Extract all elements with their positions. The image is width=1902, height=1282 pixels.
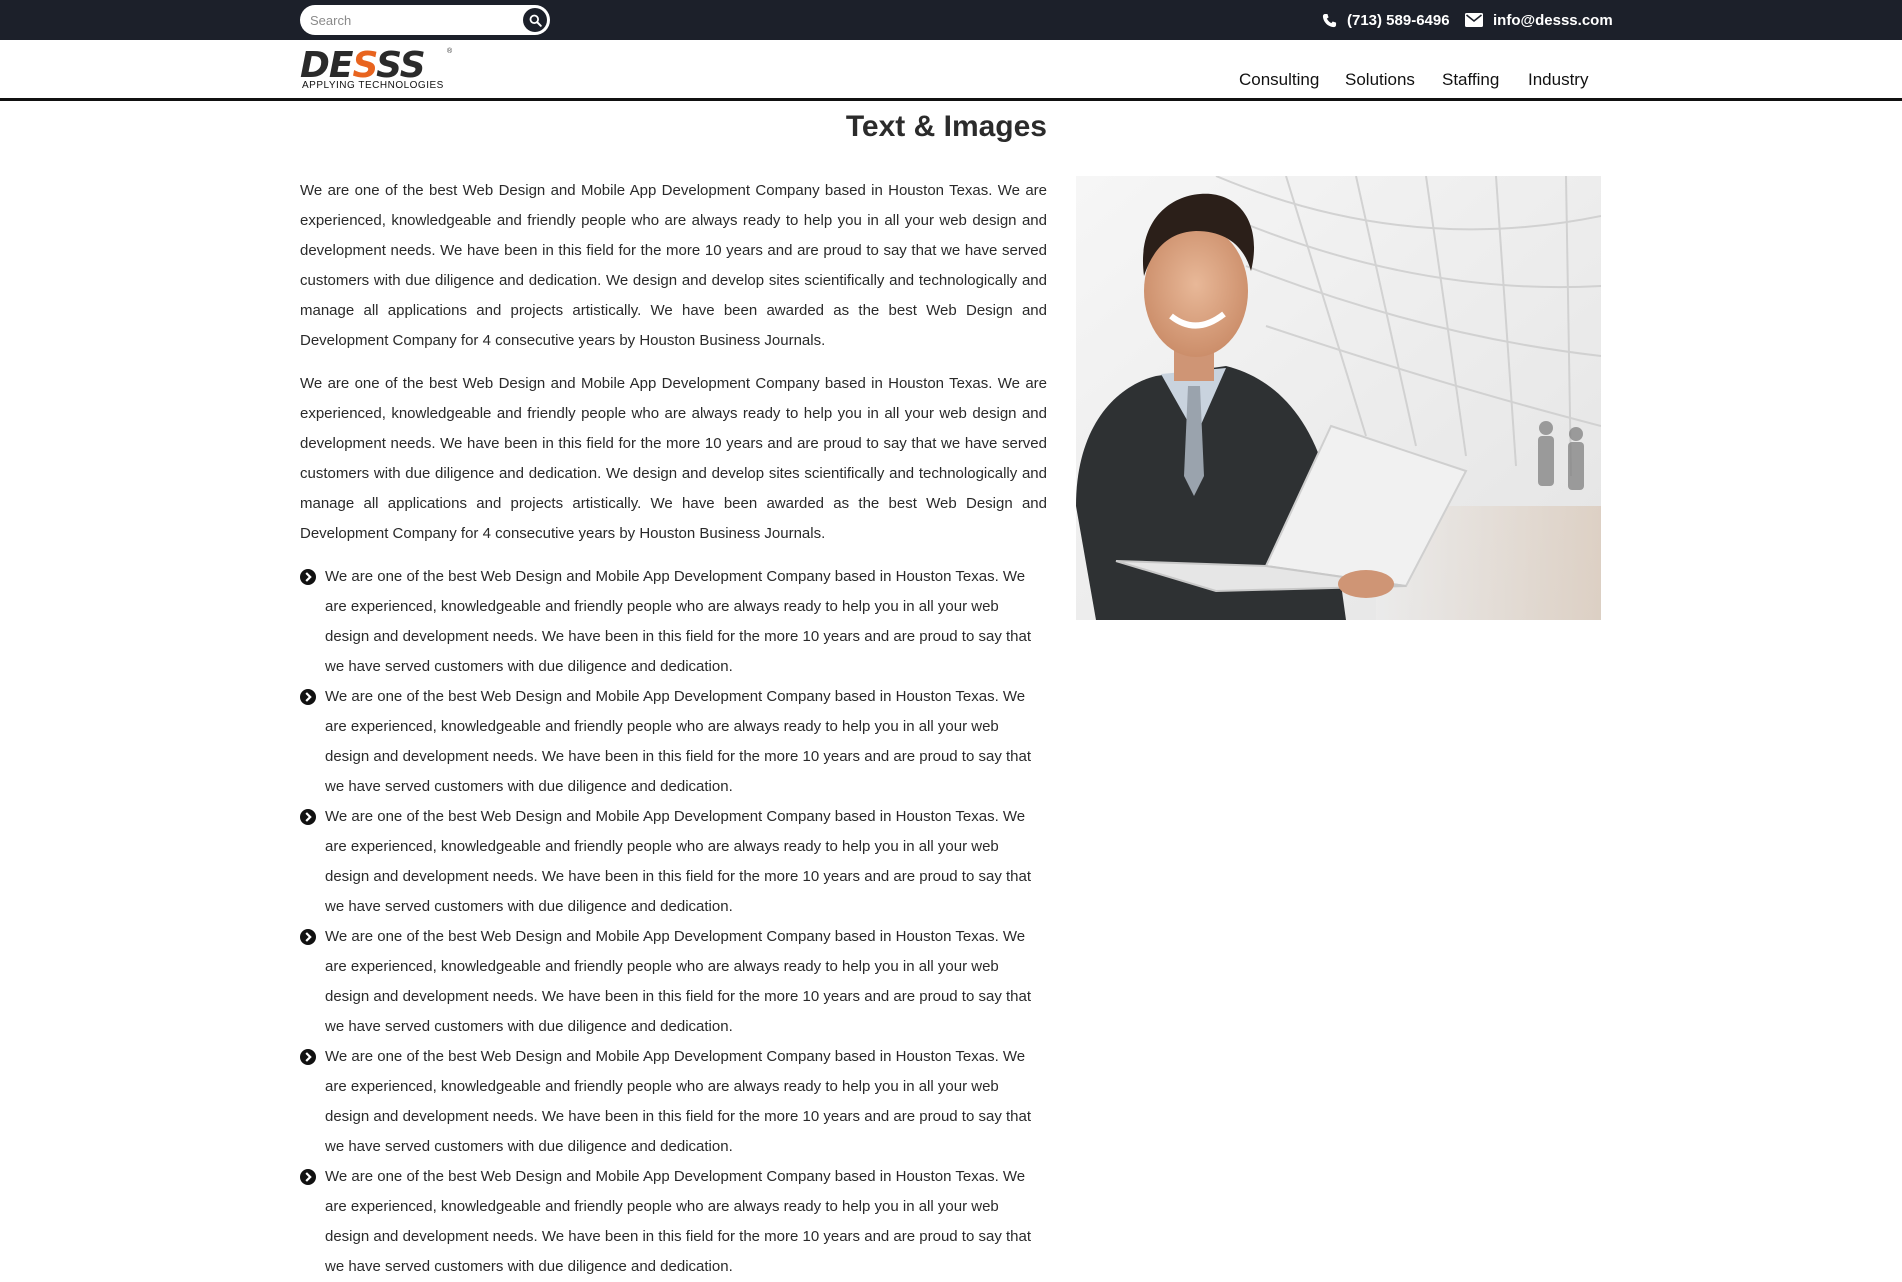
chevron-circle-right-icon xyxy=(300,809,316,825)
list-item: We are one of the best Web Design and Mo… xyxy=(300,1162,1047,1282)
search-icon xyxy=(529,14,542,27)
email-contact[interactable]: info@desss.com xyxy=(1465,0,1613,40)
chevron-circle-right-icon xyxy=(300,929,316,945)
page-title: Text & Images xyxy=(845,110,1047,143)
list-item: We are one of the best Web Design and Mo… xyxy=(300,682,1047,802)
list-item: We are one of the best Web Design and Mo… xyxy=(300,562,1047,682)
email-address: info@desss.com xyxy=(1493,11,1613,29)
list-item-text: We are one of the best Web Design and Mo… xyxy=(325,928,1032,1035)
phone-number: (713) 589-6496 xyxy=(1347,11,1450,29)
list-item-text: We are one of the best Web Design and Mo… xyxy=(325,1048,1032,1155)
nav-consulting[interactable]: Consulting xyxy=(1239,70,1319,90)
search-button[interactable] xyxy=(523,8,547,32)
list-item-text: We are one of the best Web Design and Mo… xyxy=(325,688,1032,795)
site-header xyxy=(0,40,1902,98)
phone-icon xyxy=(1322,13,1337,28)
chevron-circle-right-icon xyxy=(300,569,316,585)
list-item-text: We are one of the best Web Design and Mo… xyxy=(325,568,1032,675)
search-box xyxy=(300,5,550,35)
list-item: We are one of the best Web Design and Mo… xyxy=(300,922,1047,1042)
logo-tagline: APPLYING TECHNOLOGIES xyxy=(302,80,444,91)
logo-registered-mark: ® xyxy=(447,48,453,55)
nav-solutions[interactable]: Solutions xyxy=(1345,70,1415,90)
chevron-circle-right-icon xyxy=(300,689,316,705)
chevron-circle-right-icon xyxy=(300,1169,316,1185)
chevron-circle-right-icon xyxy=(300,1049,316,1065)
paragraph: We are one of the best Web Design and Mo… xyxy=(300,182,1047,349)
nav-staffing[interactable]: Staffing xyxy=(1442,70,1499,90)
paragraph: We are one of the best Web Design and Mo… xyxy=(300,375,1047,542)
list-item-text: We are one of the best Web Design and Mo… xyxy=(325,808,1032,915)
list-item: We are one of the best Web Design and Mo… xyxy=(300,802,1047,922)
envelope-icon xyxy=(1465,13,1483,27)
hero-image xyxy=(1076,176,1601,620)
list-item-text: We are one of the best Web Design and Mo… xyxy=(325,1168,1032,1275)
nav-industry[interactable]: Industry xyxy=(1528,70,1588,90)
search-input[interactable] xyxy=(310,10,510,30)
logo-wordmark: DESSS xyxy=(300,45,426,86)
content-column: We are one of the best Web Design and Mo… xyxy=(300,176,1047,1282)
site-logo[interactable]: DESSS ® APPLYING TECHNOLOGIES xyxy=(300,48,460,93)
top-bar: (713) 589-6496 info@desss.com xyxy=(0,0,1902,40)
list-item: We are one of the best Web Design and Mo… xyxy=(300,1042,1047,1162)
phone-contact[interactable]: (713) 589-6496 xyxy=(1322,0,1450,40)
bullet-list: We are one of the best Web Design and Mo… xyxy=(300,562,1047,1282)
header-divider xyxy=(0,98,1902,101)
